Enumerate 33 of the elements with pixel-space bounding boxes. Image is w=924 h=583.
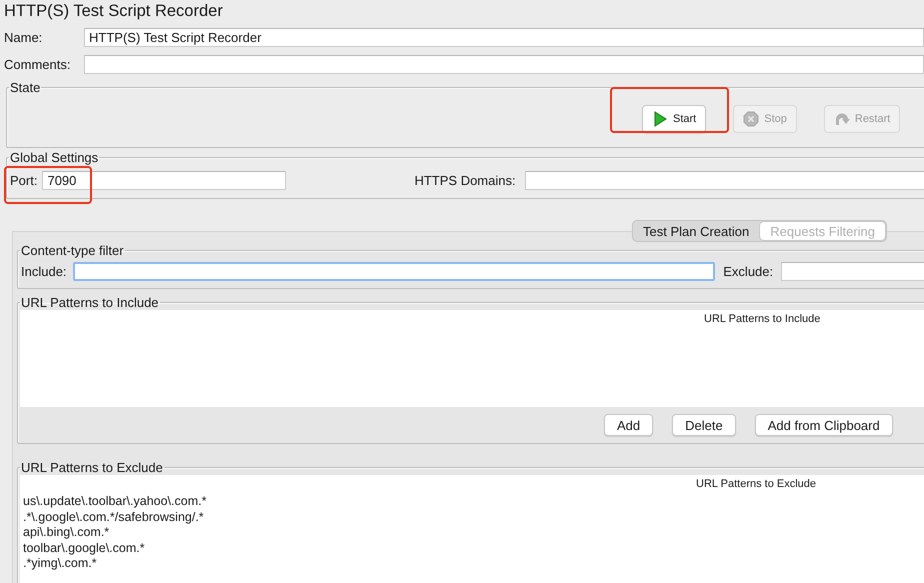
name-field[interactable]: HTTP(S) Test Script Recorder <box>84 28 924 47</box>
table-cell: .*\.google\.com.*/safebrowsing/.* <box>23 510 204 524</box>
include-label: Include: <box>21 264 67 278</box>
action-button[interactable]: Delete <box>672 414 736 436</box>
tab[interactable]: Test Plan Creation <box>633 221 760 241</box>
table-cell: .*yimg\.com.* <box>23 557 97 570</box>
https-domains-field[interactable] <box>524 171 924 190</box>
port-label: Port: <box>10 173 38 188</box>
group-title: Content-type filter <box>20 243 125 258</box>
table-cell: toolbar\.google\.com.* <box>23 542 145 555</box>
column-header: URL Patterns to Exclude <box>696 477 816 492</box>
exclude-label: Exclude: <box>723 264 774 278</box>
comments-field[interactable] <box>84 55 924 74</box>
table-cell: api\.bing\.com.* <box>23 526 110 540</box>
start-button[interactable]: Start <box>642 105 706 133</box>
port-field[interactable]: 7090 <box>42 171 286 190</box>
comments-label: Comments: <box>3 57 72 72</box>
name-label: Name: <box>3 30 44 45</box>
group-title: URL Patterns to Include <box>20 295 160 310</box>
action-button[interactable]: Add <box>604 414 654 436</box>
exclude-field[interactable] <box>781 262 924 280</box>
include-field[interactable] <box>72 262 716 280</box>
action-button[interactable]: Add from Clipboard <box>754 414 893 436</box>
window-title: HTTP(S) Test Script Recorder <box>3 1 223 22</box>
stop-icon <box>743 111 760 127</box>
group-title: Global Settings <box>9 150 100 165</box>
https-domains-label: HTTPS Domains: <box>414 173 516 188</box>
play-icon <box>652 111 668 127</box>
group-title: URL Patterns to Exclude <box>20 460 164 475</box>
table-cell: us\.update\.toolbar\.yahoo\.com.* <box>23 495 206 508</box>
restart-icon <box>834 111 850 127</box>
group-title: State <box>9 80 42 95</box>
column-header: URL Patterns to Include <box>704 312 820 327</box>
